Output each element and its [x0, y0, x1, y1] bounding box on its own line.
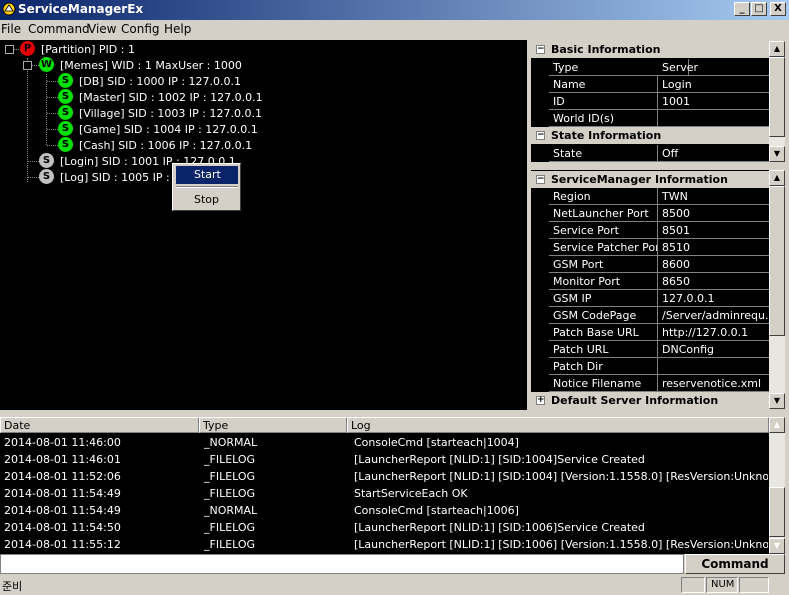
property-row[interactable]: Patch URL DNConfig [531, 341, 769, 358]
context-stop[interactable]: Stop [176, 191, 238, 209]
status-panel [739, 577, 769, 593]
tree-node-label: [DB] SID : 1000 IP : 127.0.0.1 [79, 75, 242, 88]
property-row[interactable]: GSM IP 127.0.0.1 [531, 290, 769, 307]
property-row[interactable]: GSM CodePage/Server/adminrequ... [531, 307, 769, 324]
scroll-down-icon[interactable]: ▼ [769, 146, 785, 162]
expand-icon[interactable]: + [536, 396, 545, 405]
menu-file[interactable]: File [1, 22, 21, 36]
server-running-icon: S [58, 121, 73, 136]
column-header-type[interactable]: Type [199, 417, 347, 433]
scroll-thumb[interactable] [769, 57, 785, 137]
log-list[interactable]: Date Type Log 2014-08-01 11:46:00 _NORMAL… [0, 417, 785, 554]
scroll-up-icon[interactable]: ▲ [769, 41, 785, 57]
log-row[interactable]: 2014-08-01 11:46:00 _NORMAL ConsoleCmd [st… [0, 434, 769, 451]
maximize-button[interactable]: □ [751, 2, 767, 16]
server-running-icon: S [58, 137, 73, 152]
tree-node-label: [Master] SID : 1002 IP : 127.0.0.1 [79, 91, 263, 104]
tree-node-label: [Memes] WID : 1 MaxUser : 1000 [60, 59, 242, 72]
collapse-toggle[interactable] [5, 45, 14, 54]
menu-config[interactable]: Config [121, 22, 160, 36]
tree-node-label: [Cash] SID : 1006 IP : 127.0.0.1 [79, 139, 253, 152]
default-server-category[interactable]: + Default Server Information [531, 392, 769, 409]
property-row[interactable]: Notice Filename reservenotice.xml [531, 375, 769, 392]
property-row[interactable]: World ID(s) [531, 110, 769, 127]
property-row[interactable]: NetLauncher Port 8500 [531, 205, 769, 222]
scroll-up-icon[interactable]: ▲ [769, 170, 785, 186]
property-row[interactable]: Patch Dir [531, 358, 769, 375]
servicemanager-info-grid: − ServiceManager Information Region TWN N… [531, 170, 769, 409]
close-button[interactable]: X [770, 2, 786, 16]
servicemanager-category[interactable]: − ServiceManager Information [531, 171, 769, 188]
property-row[interactable]: Monitor Port 8650 [531, 273, 769, 290]
tree-node-label: [Partition] PID : 1 [41, 43, 135, 56]
menu-command[interactable]: Command [28, 22, 90, 36]
property-row[interactable]: Type Server [531, 59, 769, 76]
log-row[interactable]: 2014-08-01 11:52:06 _FILELOG [LauncherRepo… [0, 468, 769, 485]
scroll-down-icon[interactable]: ▼ [769, 538, 785, 554]
property-row[interactable]: GSM Port 8600 [531, 256, 769, 273]
property-row[interactable]: State Off [531, 145, 769, 162]
server-running-icon: S [58, 89, 73, 104]
status-panel [681, 577, 705, 593]
log-row[interactable]: 2014-08-01 11:54:49 _NORMAL ConsoleCmd [st… [0, 502, 769, 519]
scroll-thumb[interactable] [769, 186, 785, 336]
collapse-icon[interactable]: − [536, 45, 545, 54]
property-row[interactable]: Region TWN [531, 188, 769, 205]
log-header: Date Type Log [0, 417, 769, 433]
minimize-button[interactable]: _ [734, 2, 750, 16]
collapse-toggle[interactable] [23, 61, 32, 70]
property-row[interactable]: ID 1001 [531, 93, 769, 110]
basic-info-scrollbar[interactable]: ▲ ▼ [769, 41, 785, 162]
server-running-icon: S [58, 105, 73, 120]
server-running-icon: S [58, 73, 73, 88]
scroll-up-icon[interactable]: ▲ [769, 417, 785, 433]
basic-info-category[interactable]: − Basic Information [531, 41, 769, 58]
status-text: 준비 [2, 580, 23, 593]
app-icon [2, 2, 16, 16]
scroll-thumb[interactable] [769, 487, 785, 537]
context-start[interactable]: Start [176, 166, 238, 184]
command-input[interactable] [0, 554, 684, 574]
server-stopped-icon: S [39, 169, 54, 184]
log-scrollbar[interactable]: ▲ ▼ [769, 417, 785, 554]
menu-separator [176, 186, 238, 188]
title-bar[interactable]: ServiceManagerEx _ □ X [0, 0, 789, 20]
basic-info-grid: − Basic Information Type Server Name Login… [531, 41, 769, 162]
scroll-down-icon[interactable]: ▼ [769, 393, 785, 409]
context-menu: Start Stop [172, 163, 241, 211]
status-bar: 준비 NUM [0, 575, 789, 595]
server-stopped-icon: S [39, 153, 54, 168]
log-row[interactable]: 2014-08-01 11:55:12 _FILELOG [LauncherRepo… [0, 536, 769, 553]
state-info-category[interactable]: − State Information [531, 127, 769, 144]
column-header-date[interactable]: Date [0, 417, 199, 433]
partition-icon: P [20, 41, 35, 56]
log-row[interactable]: 2014-08-01 11:46:01 _FILELOG [LauncherRepo… [0, 451, 769, 468]
property-row[interactable]: Service Patcher Port 8510 [531, 239, 769, 256]
command-bar: Command [0, 554, 789, 574]
property-row[interactable]: Name Login [531, 76, 769, 93]
window-title: ServiceManagerEx [18, 2, 144, 16]
collapse-icon[interactable]: − [536, 175, 545, 184]
column-header-log[interactable]: Log [347, 417, 769, 433]
menu-help[interactable]: Help [164, 22, 191, 36]
servicemanager-scrollbar[interactable]: ▲ ▼ [769, 170, 785, 409]
command-button[interactable]: Command [685, 554, 785, 574]
world-icon: W [39, 57, 54, 72]
menu-bar: File Command View Config Help [0, 20, 789, 38]
log-row[interactable]: 2014-08-01 11:54:49 _FILELOG StartServiceE… [0, 485, 769, 502]
property-row[interactable]: Service Port 8501 [531, 222, 769, 239]
collapse-icon[interactable]: − [536, 131, 545, 140]
num-lock-indicator: NUM [706, 577, 738, 593]
main-window: ServiceManagerEx _ □ X File Command View… [0, 0, 789, 595]
tree-node-label: [Village] SID : 1003 IP : 127.0.0.1 [79, 107, 262, 120]
server-tree[interactable]: P [Partition] PID : 1 W [Memes] WID : 1 … [0, 40, 527, 410]
tree-node-label: [Game] SID : 1004 IP : 127.0.0.1 [79, 123, 258, 136]
log-row[interactable]: 2014-08-01 11:54:50 _FILELOG [LauncherRepo… [0, 519, 769, 536]
property-row[interactable]: Patch Base URL http://127.0.0.1 [531, 324, 769, 341]
menu-view[interactable]: View [88, 22, 116, 36]
